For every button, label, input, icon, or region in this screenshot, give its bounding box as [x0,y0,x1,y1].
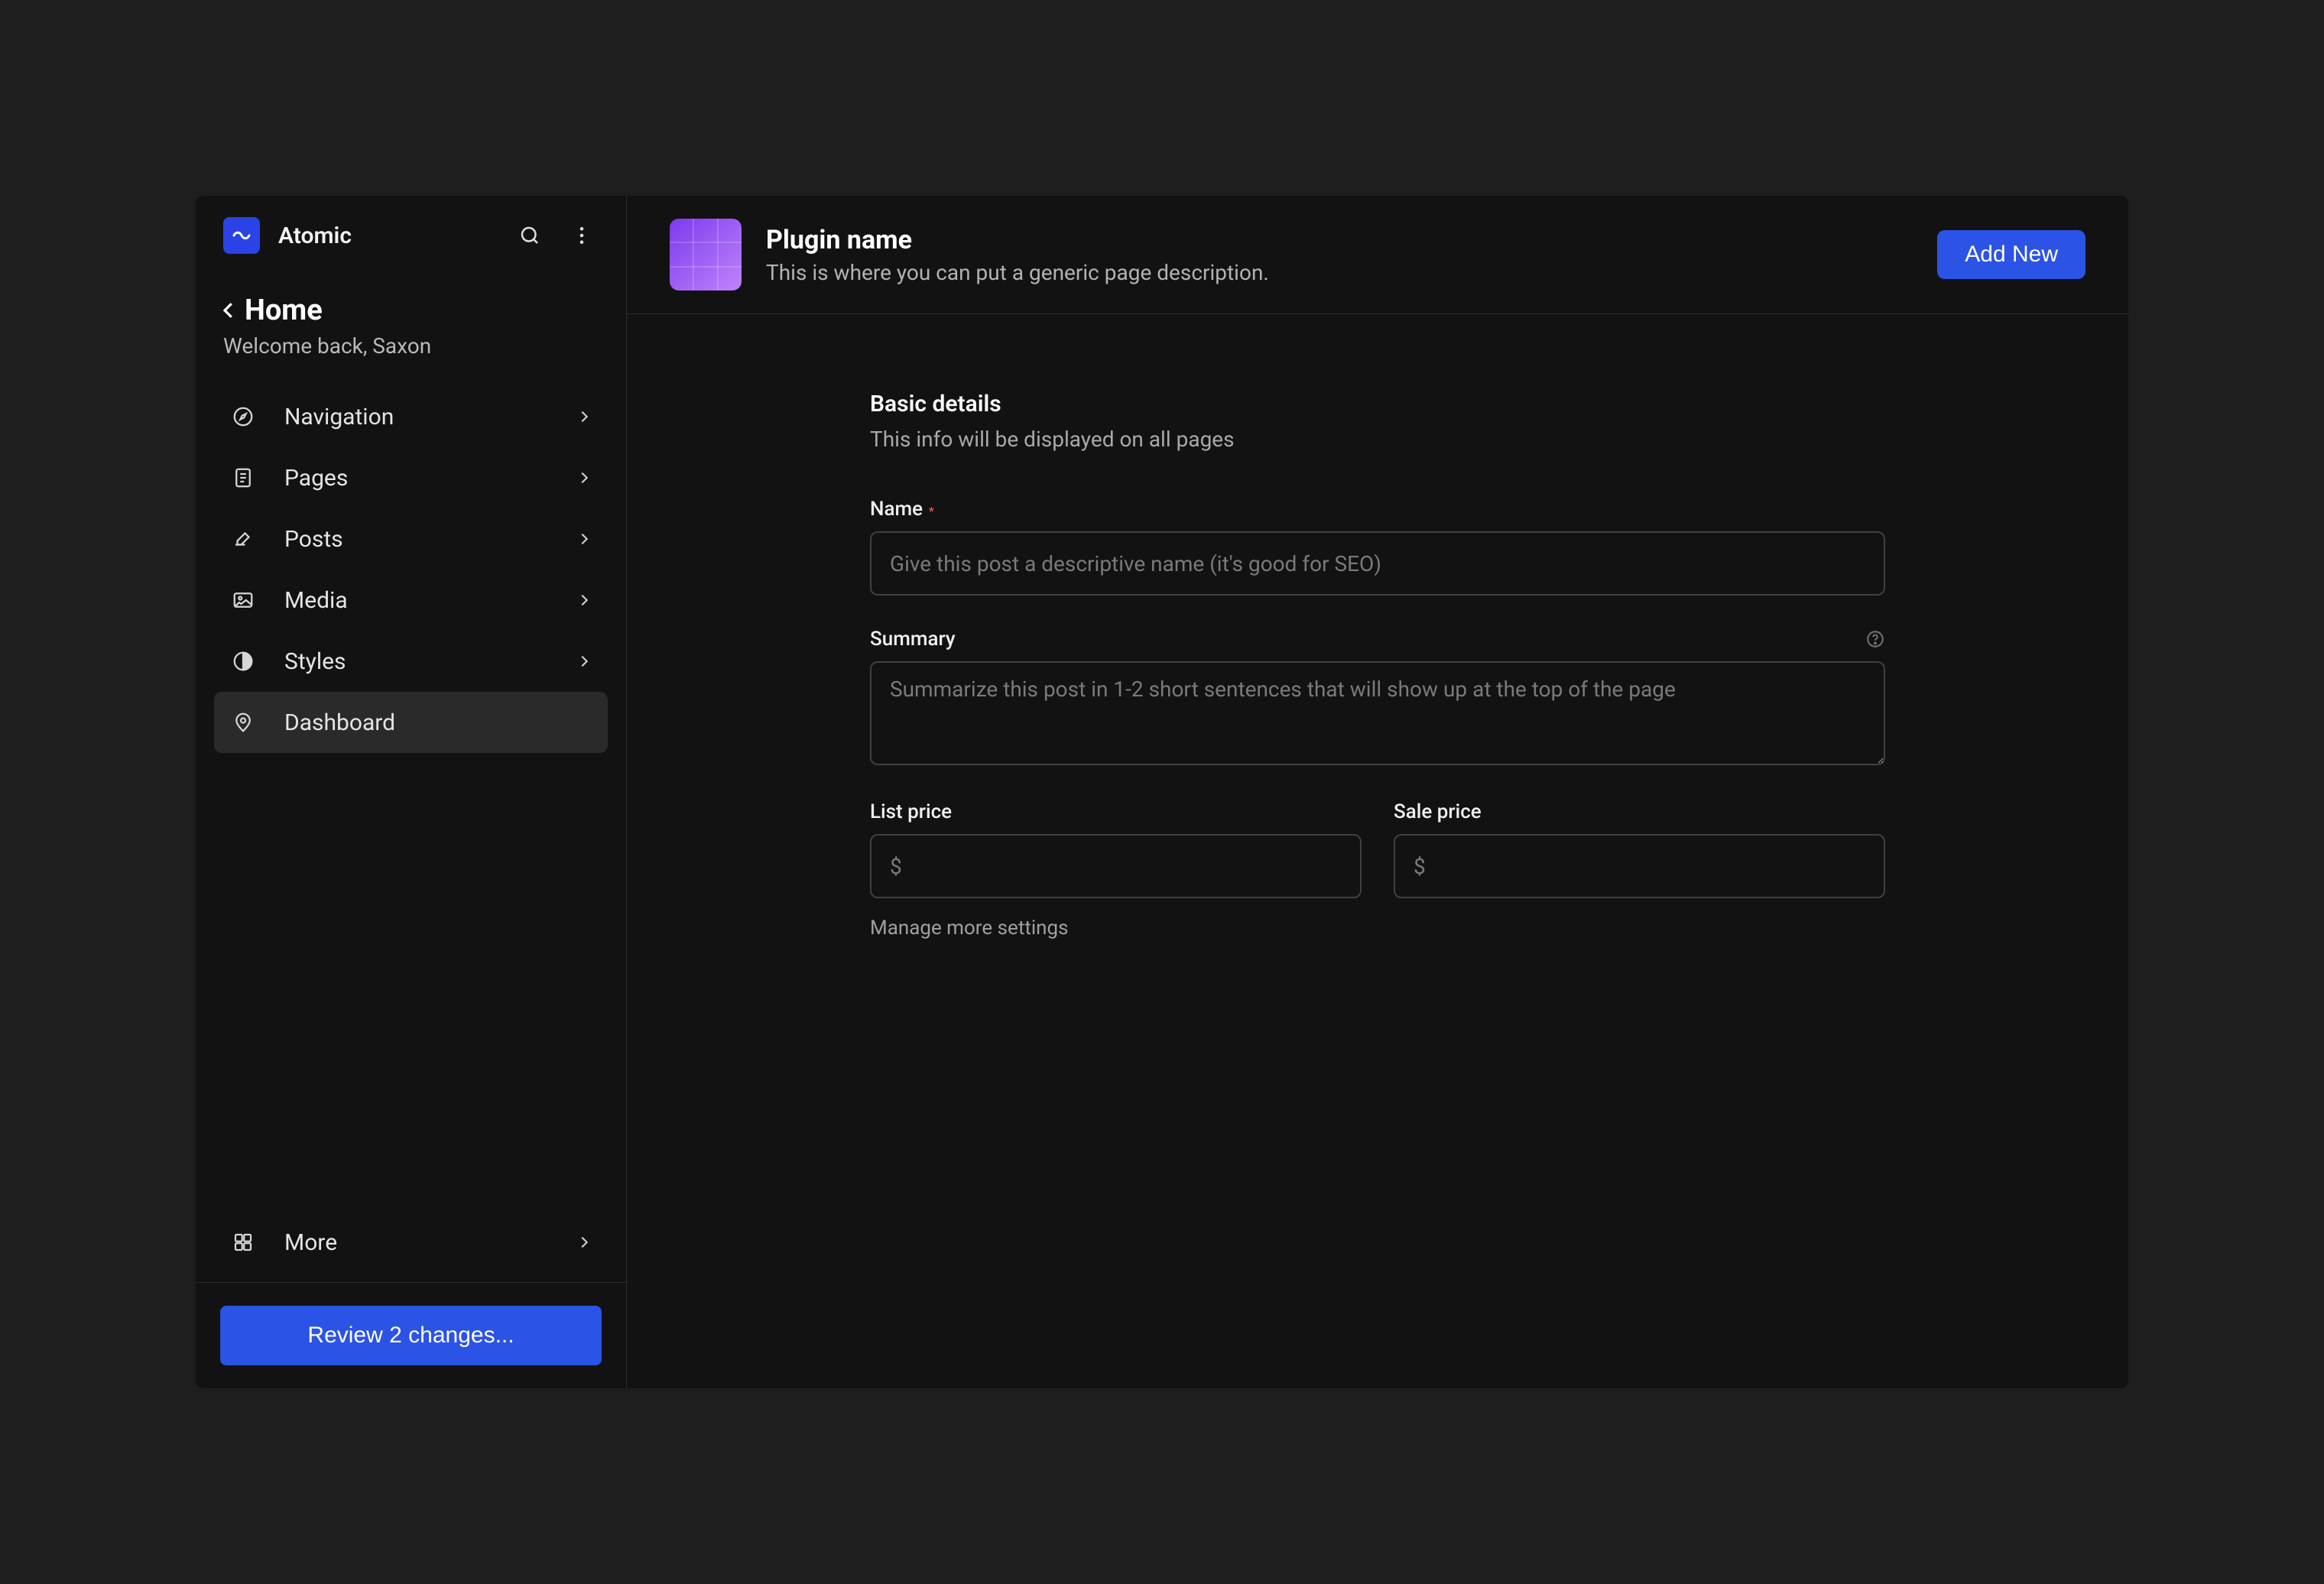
main-header: Plugin name This is where you can put a … [627,196,2128,314]
summary-label: Summary [870,628,956,651]
sidebar-item-navigation[interactable]: Navigation [214,386,608,447]
kebab-icon [570,224,593,247]
grid-icon [229,1229,257,1256]
help-icon[interactable] [1865,629,1885,649]
app-window: Atomic Home [196,196,2128,1388]
chevron-right-icon [576,653,592,670]
summary-field-group: Summary [870,628,1885,768]
pencil-icon [229,525,257,553]
name-label: Name [870,498,923,521]
image-icon [229,586,257,614]
plugin-title: Plugin name [766,225,1913,255]
sidebar-item-posts[interactable]: Posts [214,508,608,570]
sidebar: Atomic Home [196,196,627,1388]
list-price-input[interactable] [870,834,1362,898]
location-icon [229,709,257,736]
search-button[interactable] [513,219,547,252]
chevron-right-icon [576,408,592,425]
sale-price-field-group: Sale price [1394,800,1885,898]
sidebar-body: Home Welcome back, Saxon Navigation [196,275,626,1282]
sidebar-item-label: Navigation [284,404,576,430]
sidebar-footer: Review 2 changes... [196,1282,626,1388]
brand-icon [223,217,260,254]
sidebar-item-label: Dashboard [284,709,592,736]
sidebar-item-label: Posts [284,526,576,553]
header-text: Plugin name This is where you can put a … [766,225,1913,285]
section-description: This info will be displayed on all pages [870,427,1885,452]
chevron-right-icon [576,469,592,486]
summary-input[interactable] [870,661,1885,765]
main-body: Basic details This info will be displaye… [627,314,2128,940]
sidebar-item-more[interactable]: More [214,1212,608,1273]
sidebar-item-label: Media [284,587,576,614]
more-menu-button[interactable] [565,219,599,252]
contrast-icon [229,648,257,675]
main: Plugin name This is where you can put a … [627,196,2128,1388]
manage-more-settings-link[interactable]: Manage more settings [870,917,1885,940]
sidebar-item-label: Pages [284,465,576,492]
search-icon [518,224,541,247]
plugin-description: This is where you can put a generic page… [766,260,1913,285]
price-row: List price Sale price [870,800,1885,898]
sidebar-item-label: More [284,1229,576,1256]
sidebar-item-pages[interactable]: Pages [214,447,608,508]
sidebar-item-dashboard[interactable]: Dashboard [214,692,608,753]
plugin-thumbnail [670,219,742,291]
chevron-right-icon [576,1234,592,1251]
page-title: Home [245,294,323,327]
list-price-field-group: List price [870,800,1362,898]
page-icon [229,464,257,492]
nav-list: Navigation Pages [214,386,608,753]
chevron-right-icon [576,531,592,547]
sidebar-item-styles[interactable]: Styles [214,631,608,692]
review-changes-button[interactable]: Review 2 changes... [220,1306,602,1365]
name-field-group: Name * [870,498,1885,596]
back-chevron-icon[interactable] [217,299,240,322]
add-new-button[interactable]: Add New [1937,230,2085,279]
form: Basic details This info will be displaye… [870,391,1885,940]
required-star: * [929,504,934,518]
nav-list-bottom: More [214,1212,608,1282]
compass-icon [229,403,257,430]
name-input[interactable] [870,531,1885,596]
sale-price-label: Sale price [1394,800,1482,823]
list-price-label: List price [870,800,952,823]
page-heading-row: Home [214,294,608,333]
sale-price-input[interactable] [1394,834,1885,898]
chevron-right-icon [576,592,592,609]
section-title: Basic details [870,391,1885,417]
brand-name: Atomic [278,222,495,249]
sidebar-top-bar: Atomic [196,196,626,275]
sidebar-item-media[interactable]: Media [214,570,608,631]
welcome-text: Welcome back, Saxon [214,333,608,386]
sidebar-item-label: Styles [284,648,576,675]
